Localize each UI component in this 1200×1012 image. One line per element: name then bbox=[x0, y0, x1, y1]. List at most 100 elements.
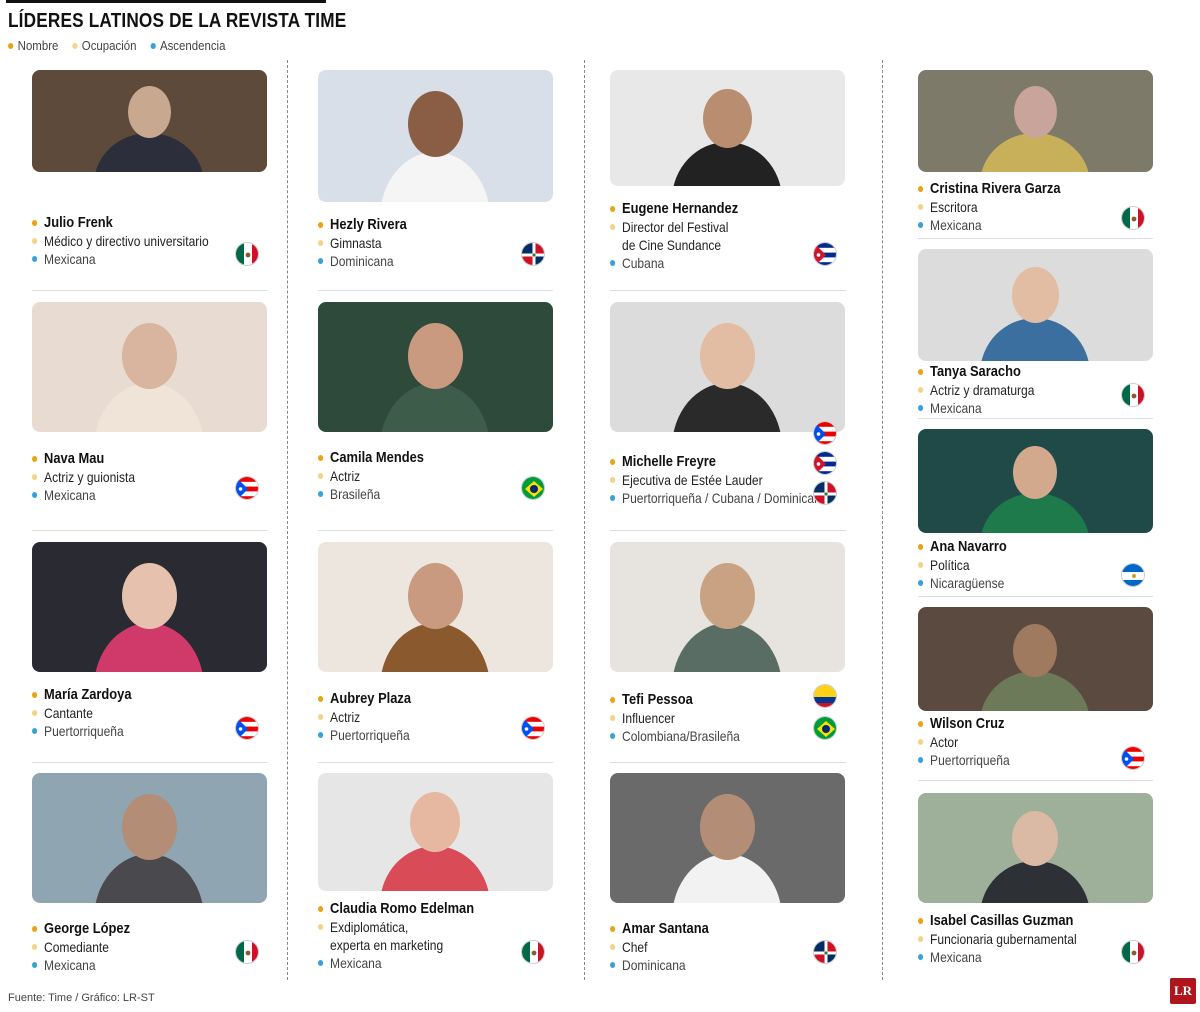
person-photo bbox=[318, 542, 553, 672]
person-name: Tefi Pessoa bbox=[610, 691, 740, 709]
person-ancestry-text: Puertorriqueña bbox=[930, 752, 1010, 768]
bullet-dot bbox=[32, 962, 38, 968]
person-name: Julio Frenk bbox=[32, 214, 209, 232]
person-occupation-text: Comediante bbox=[44, 939, 109, 955]
bullet-dot bbox=[918, 739, 924, 745]
person-ancestry: Cubana bbox=[610, 254, 738, 272]
bullet-dot bbox=[32, 710, 38, 716]
person-photo bbox=[918, 249, 1153, 361]
person-name-text: Isabel Casillas Guzman bbox=[930, 912, 1074, 929]
person-occupation-text: Exdiplomática, bbox=[330, 919, 409, 935]
row-divider bbox=[610, 762, 846, 763]
person-name-text: Wilson Cruz bbox=[930, 715, 1005, 732]
bullet-dot bbox=[610, 697, 616, 703]
bullet-dot bbox=[918, 204, 924, 210]
person-occupation-text: Actriz y guionista bbox=[44, 469, 136, 485]
person-photo bbox=[918, 793, 1153, 903]
bullet-dot bbox=[318, 473, 324, 479]
person-ancestry: Mexicana bbox=[32, 956, 130, 974]
person-info: Tefi Pessoa Influencer Colombiana/Brasileñ… bbox=[610, 691, 740, 745]
bullet-dot bbox=[32, 926, 38, 932]
bullet-dot bbox=[918, 387, 924, 393]
mexico-flag-icon bbox=[1121, 383, 1145, 407]
bullet-dot bbox=[918, 918, 924, 924]
person-ancestry: Mexicana bbox=[918, 399, 1034, 417]
brazil-flag-icon bbox=[813, 716, 837, 740]
person-ancestry: Puertorriqueña bbox=[918, 751, 1010, 769]
bullet-dot bbox=[918, 544, 924, 550]
person-photo bbox=[918, 70, 1153, 172]
legend: Nombre Ocupación Ascendencia bbox=[8, 38, 236, 53]
person-name: Claudia Romo Edelman bbox=[318, 900, 474, 918]
person-ancestry: Mexicana bbox=[32, 486, 135, 504]
person-occupation-text: Chef bbox=[622, 939, 648, 955]
person-occupation-text: Actriz bbox=[330, 468, 361, 484]
mexico-flag-icon bbox=[1121, 206, 1145, 230]
person-info: Amar Santana Chef Dominicana bbox=[610, 920, 709, 974]
person-name-text: Cristina Rivera Garza bbox=[930, 180, 1061, 197]
person-info: Camila Mendes Actriz Brasileña bbox=[318, 449, 424, 503]
person-ancestry: Nicaragüense bbox=[918, 574, 1007, 592]
person-name-text: Camila Mendes bbox=[330, 449, 424, 466]
person-occupation-text: Actriz bbox=[330, 709, 361, 725]
person-occupation: de Cine Sundance bbox=[610, 236, 738, 254]
bullet-dot bbox=[610, 733, 616, 739]
person-info: Nava Mau Actriz y guionista Mexicana bbox=[32, 450, 135, 504]
bullet-dot bbox=[610, 495, 616, 501]
person-occupation: Política bbox=[918, 556, 1007, 574]
person-ancestry-text: Colombiana/Brasileña bbox=[622, 728, 740, 744]
bullet-dot bbox=[32, 238, 38, 244]
person-photo bbox=[918, 429, 1153, 533]
person-name-text: Michelle Freyre bbox=[622, 453, 716, 470]
person-occupation-text: Actriz y dramaturga bbox=[930, 382, 1035, 398]
person-occupation-text: Cantante bbox=[44, 705, 93, 721]
person-occupation-text: Escritora bbox=[930, 199, 978, 215]
bullet-dot bbox=[610, 206, 616, 212]
person-ancestry: Dominicana bbox=[318, 252, 407, 270]
dominican-republic-flag-icon bbox=[813, 940, 837, 964]
bullet-dot bbox=[918, 222, 924, 228]
person-ancestry: Puertorriqueña bbox=[318, 726, 411, 744]
person-occupation: experta en marketing bbox=[318, 936, 474, 954]
bullet-dot bbox=[32, 256, 38, 262]
bullet-dot bbox=[918, 186, 924, 192]
page-title: LÍDERES LATINOS DE LA REVISTA TIME bbox=[8, 10, 347, 32]
person-name: Hezly Rivera bbox=[318, 216, 407, 234]
mexico-flag-icon bbox=[521, 940, 545, 964]
person-name-text: Claudia Romo Edelman bbox=[330, 900, 475, 917]
person-info: Hezly Rivera Gimnasta Dominicana bbox=[318, 216, 407, 270]
person-occupation: Chef bbox=[610, 938, 709, 956]
person-photo bbox=[32, 302, 267, 432]
person-occupation: Gimnasta bbox=[318, 234, 407, 252]
person-ancestry-text: Cubana bbox=[622, 255, 665, 271]
bullet-dot bbox=[32, 944, 38, 950]
person-info: Wilson Cruz Actor Puertorriqueña bbox=[918, 715, 1010, 769]
legend-item-occupation: Ocupación bbox=[72, 38, 137, 53]
bullet-dot bbox=[32, 220, 38, 226]
person-ancestry-text: Puertorriqueña / Cubana / Dominicana bbox=[622, 490, 828, 506]
person-occupation: Ejecutiva de Estée Lauder bbox=[610, 471, 828, 489]
column-divider bbox=[287, 60, 288, 980]
puerto-rico-flag-icon bbox=[521, 716, 545, 740]
person-photo bbox=[610, 70, 845, 186]
person-occupation-text: Funcionaria gubernamental bbox=[930, 931, 1077, 947]
person-name: Ana Navarro bbox=[918, 538, 1007, 556]
person-name-text: Amar Santana bbox=[622, 920, 709, 937]
bullet-dot bbox=[610, 926, 616, 932]
person-occupation: Médico y directivo universitario bbox=[32, 232, 209, 250]
bullet-dot bbox=[32, 492, 38, 498]
bullet-dot bbox=[610, 224, 616, 230]
row-divider bbox=[318, 762, 553, 763]
person-ancestry: Mexicana bbox=[918, 216, 1061, 234]
person-occupation-text: Política bbox=[930, 557, 970, 573]
person-occupation-text: de Cine Sundance bbox=[622, 237, 722, 253]
person-ancestry-text: Mexicana bbox=[44, 251, 96, 267]
legend-item-ancestry: Ascendencia bbox=[150, 38, 225, 53]
person-occupation-text: Gimnasta bbox=[330, 235, 382, 251]
person-photo bbox=[32, 70, 267, 172]
bullet-dot bbox=[610, 260, 616, 266]
row-divider bbox=[318, 530, 553, 531]
bullet-dot bbox=[318, 455, 324, 461]
person-occupation: Cantante bbox=[32, 704, 132, 722]
person-photo bbox=[32, 542, 267, 672]
